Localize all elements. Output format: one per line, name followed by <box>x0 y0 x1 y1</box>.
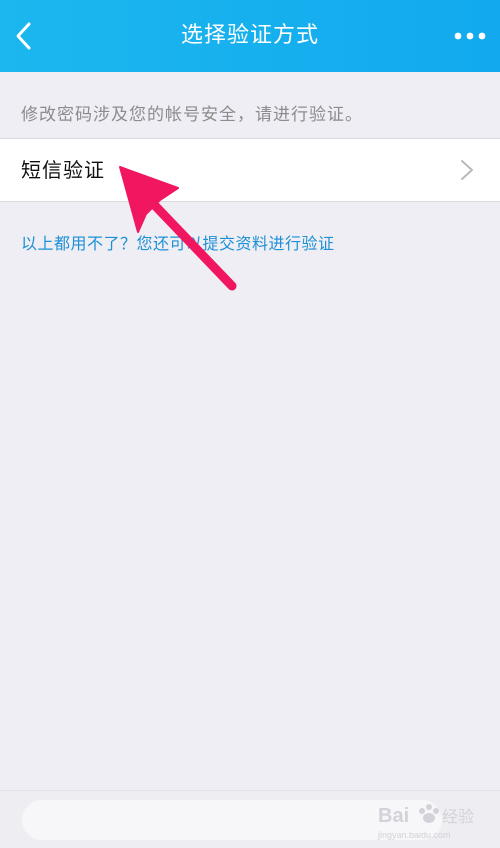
chevron-left-icon <box>16 22 31 50</box>
svg-text:经验: 经验 <box>442 807 474 826</box>
page-title: 选择验证方式 <box>180 23 319 48</box>
svg-text:jingyan.baidu.com: jingyan.baidu.com <box>377 830 451 840</box>
baidu-watermark: Bai 经验 jingyan.baidu.com <box>376 796 476 844</box>
more-button[interactable] <box>450 22 490 50</box>
svg-text:Bai: Bai <box>378 805 409 827</box>
more-dots-icon <box>454 32 486 40</box>
chevron-right-icon <box>461 160 473 180</box>
back-button[interactable] <box>6 16 42 56</box>
annotation-arrow <box>119 166 237 291</box>
top-navigation-bar: 选择验证方式 <box>0 0 500 72</box>
option-label: 短信验证 <box>21 158 105 182</box>
screen: 选择验证方式 修改密码涉及您的帐号安全，请进行验证。 短信验证 以上都用不了？您… <box>0 0 500 848</box>
sms-verification-option[interactable]: 短信验证 <box>0 138 500 202</box>
baidu-paw-logo: Bai 经验 jingyan.baidu.com <box>377 804 474 840</box>
submit-materials-link[interactable]: 以上都用不了？您还可以提交资料进行验证 <box>21 230 335 254</box>
security-hint-text: 修改密码涉及您的帐号安全，请进行验证。 <box>21 105 363 125</box>
